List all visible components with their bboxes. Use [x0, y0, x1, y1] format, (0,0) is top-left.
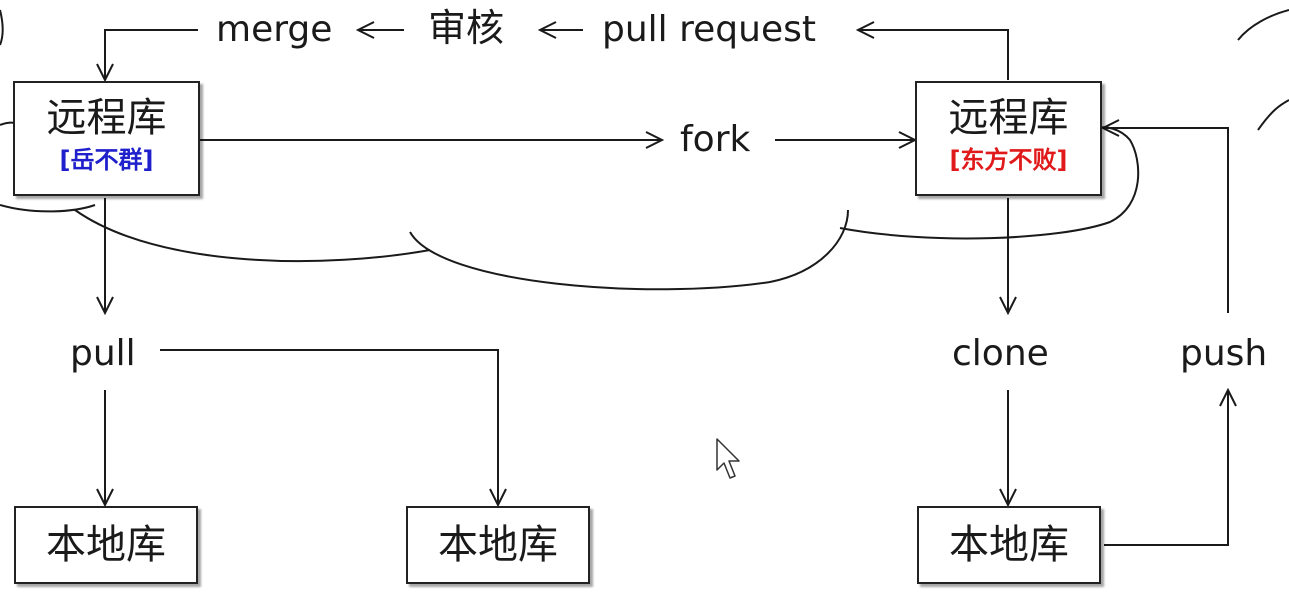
review-label: 审核	[424, 6, 509, 50]
remote-repo-right-owner: [东方不败]	[949, 146, 1068, 174]
fork-label: fork	[676, 118, 755, 162]
local-repo-left-title: 本地库	[46, 522, 166, 568]
arrow-push-to-remote	[1103, 128, 1229, 313]
git-collaboration-diagram: merge 审核 pull request fork pull clone pu…	[0, 0, 1289, 609]
push-label: push	[1176, 332, 1272, 376]
mouse-pointer-icon	[716, 438, 740, 479]
remote-repo-left-owner: [岳不群]	[59, 146, 154, 174]
merge-label: merge	[212, 8, 337, 52]
arrow-pull-to-local-middle	[160, 349, 498, 505]
remote-repo-right: 远程库 [东方不败]	[915, 81, 1102, 196]
clone-label: clone	[948, 332, 1053, 376]
pull-request-label: pull request	[598, 8, 820, 52]
arrow-pull-request	[858, 30, 1009, 80]
local-repo-right: 本地库	[917, 506, 1101, 584]
local-repo-middle: 本地库	[406, 506, 590, 584]
local-repo-middle-title: 本地库	[438, 522, 558, 568]
local-repo-left: 本地库	[14, 506, 198, 584]
local-repo-right-title: 本地库	[949, 522, 1069, 568]
remote-repo-right-title: 远程库	[948, 95, 1069, 141]
remote-repo-left-title: 远程库	[46, 95, 167, 141]
remote-repo-left: 远程库 [岳不群]	[13, 81, 200, 196]
pull-label: pull	[66, 332, 140, 376]
arrow-local-to-push	[1104, 390, 1228, 546]
arrow-to-remote-left	[105, 29, 198, 80]
